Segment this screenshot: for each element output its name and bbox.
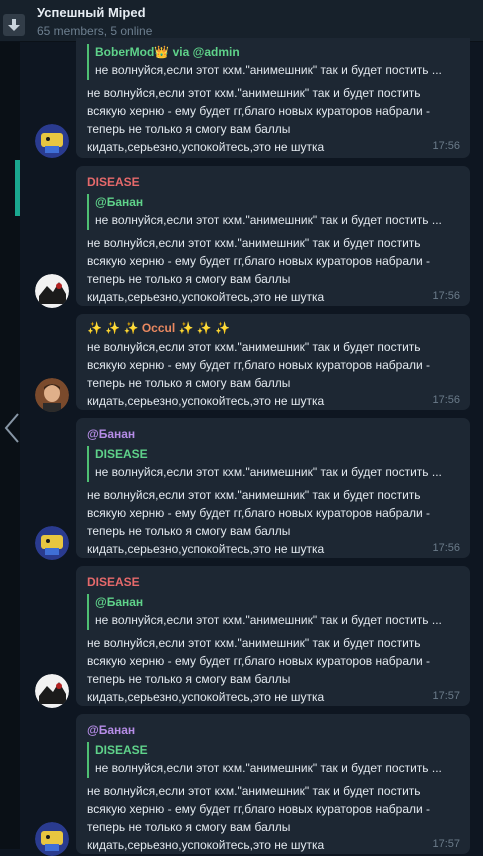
avatar-image xyxy=(35,526,69,560)
avatar-image xyxy=(35,674,69,708)
message-sender[interactable]: @Банан xyxy=(87,723,135,737)
message-text: не волнуйся,если этот кхм."анимешник" та… xyxy=(87,636,431,704)
reply-quote[interactable]: @Банан не волнуйся,если этот кхм."анимеш… xyxy=(87,194,459,230)
scroll-down-button[interactable] xyxy=(3,14,25,36)
avatar[interactable] xyxy=(35,378,69,412)
message-bubble[interactable]: DISEASE @Банан не волнуйся,если этот кхм… xyxy=(76,566,470,706)
message-text: не волнуйся,если этот кхм."анимешник" та… xyxy=(87,784,431,852)
message-sender[interactable]: DISEASE xyxy=(87,175,140,189)
quote-text: не волнуйся,если этот кхм."анимешник" та… xyxy=(95,63,442,77)
avatar-image xyxy=(35,274,69,308)
avatar[interactable] xyxy=(35,124,69,158)
message-text: не волнуйся,если этот кхм."анимешник" та… xyxy=(87,86,431,154)
message-time: 17:56 xyxy=(432,394,460,406)
avatar[interactable] xyxy=(35,526,69,560)
message-bubble[interactable]: @Банан DISEASE не волнуйся,если этот кхм… xyxy=(76,714,470,854)
quote-author: @Банан xyxy=(95,195,144,209)
message-time: 17:56 xyxy=(432,290,460,302)
message-bubble[interactable]: DISEASE @Банан не волнуйся,если этот кхм… xyxy=(76,166,470,306)
quote-text: не волнуйся,если этот кхм."анимешник" та… xyxy=(95,465,442,479)
avatar[interactable] xyxy=(35,822,69,856)
message-text: не волнуйся,если этот кхм."анимешник" та… xyxy=(87,340,431,408)
quote-author: @Банан xyxy=(95,595,144,609)
reply-quote[interactable]: BoberMod👑 via @admin не волнуйся,если эт… xyxy=(87,44,459,80)
message-sender[interactable]: DISEASE xyxy=(87,575,140,589)
reply-quote[interactable]: DISEASE не волнуйся,если этот кхм."аниме… xyxy=(87,742,459,778)
message-bubble[interactable]: BoberMod👑 via @admin не волнуйся,если эт… xyxy=(76,38,470,158)
quote-text: не волнуйся,если этот кхм."анимешник" та… xyxy=(95,761,442,775)
message-sender[interactable]: @Банан xyxy=(87,427,135,441)
quote-text: не волнуйся,если этот кхм."анимешник" та… xyxy=(95,213,442,227)
message-bubble[interactable]: ✨ ✨ ✨ Occul ✨ ✨ ✨ не волнуйся,если этот … xyxy=(76,314,470,410)
arrow-down-icon xyxy=(8,19,20,31)
avatar[interactable] xyxy=(35,674,69,708)
chat-member-count: 65 members, 5 online xyxy=(37,24,153,38)
message-bubble[interactable]: @Банан DISEASE не волнуйся,если этот кхм… xyxy=(76,418,470,558)
message-time: 17:56 xyxy=(432,140,460,152)
reply-quote[interactable]: DISEASE не волнуйся,если этот кхм."аниме… xyxy=(87,446,459,482)
message-sender[interactable]: ✨ ✨ ✨ Occul ✨ ✨ ✨ xyxy=(87,321,230,335)
message-time: 17:57 xyxy=(432,690,460,702)
avatar-image xyxy=(35,124,69,158)
avatar[interactable] xyxy=(35,274,69,308)
avatar-image xyxy=(35,822,69,856)
chat-header[interactable]: Успешный Miped 65 members, 5 online xyxy=(0,0,483,42)
quote-author: BoberMod👑 via @admin xyxy=(95,45,240,59)
chat-title: Успешный Miped xyxy=(37,5,146,20)
quote-author: DISEASE xyxy=(95,447,148,461)
quote-text: не волнуйся,если этот кхм."анимешник" та… xyxy=(95,613,442,627)
quote-author: DISEASE xyxy=(95,743,148,757)
unread-indicator xyxy=(15,160,20,216)
message-text: не волнуйся,если этот кхм."анимешник" та… xyxy=(87,236,431,304)
avatar-image xyxy=(35,378,69,412)
reply-quote[interactable]: @Банан не волнуйся,если этот кхм."анимеш… xyxy=(87,594,459,630)
message-time: 17:57 xyxy=(432,838,460,850)
message-text: не волнуйся,если этот кхм."анимешник" та… xyxy=(87,488,431,556)
chevron-left-icon[interactable] xyxy=(2,412,22,444)
message-time: 17:56 xyxy=(432,542,460,554)
